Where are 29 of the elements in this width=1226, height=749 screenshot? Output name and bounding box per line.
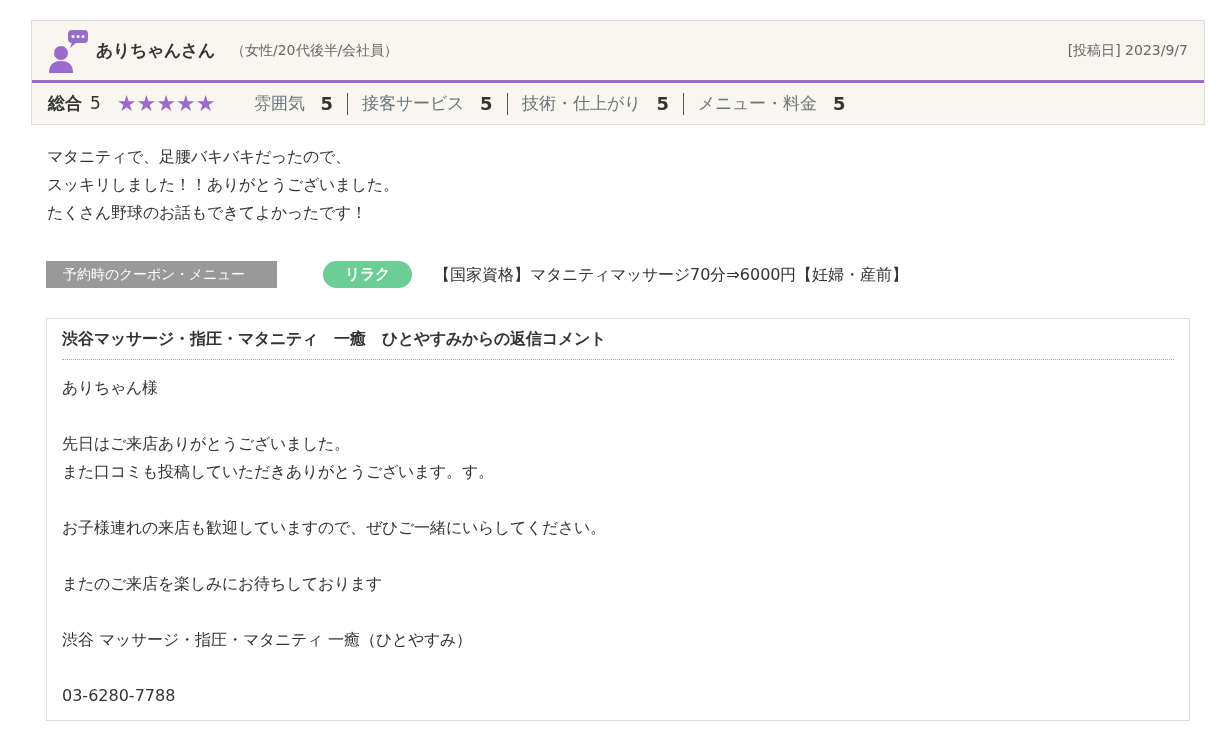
rating-label: 技術・仕上がり	[521, 91, 641, 115]
star-icon: ★	[195, 92, 216, 115]
overall-score: 5	[90, 91, 101, 115]
reply-paragraph: ありちゃん様	[62, 377, 159, 399]
category-tag: リラク	[323, 261, 412, 288]
reply-paragraph: 03-6280-7788	[62, 685, 177, 707]
star-icon: ★	[116, 92, 137, 115]
coupon-name: 【国家資格】マタニティマッサージ70分⇒6000円【妊婦・産前】	[434, 263, 909, 286]
reply-title: 渋谷マッサージ・指圧・マタニティ 一癒 ひとやすみからの返信コメント	[62, 327, 1174, 360]
rating-value: 5	[833, 92, 846, 116]
rating-value: 5	[320, 92, 334, 116]
rating-value: 5	[480, 92, 493, 116]
reviewer-name: ありちゃんさん	[96, 38, 215, 62]
rating-label: 雰囲気	[253, 91, 305, 115]
rating-label: 接客サービス	[362, 91, 465, 115]
reply-paragraph: 渋谷 マッサージ・指圧・マタニティ 一癒（ひとやすみ）	[62, 629, 474, 651]
rating-label: メニュー・料金	[698, 91, 818, 115]
review-comment: マタニティで、足腰バキバキだったので、 スッキリしました！！ありがとうございました。 たくさん野球のお話もできてよかったです！	[46, 146, 400, 224]
overall-label: 総合	[48, 91, 82, 115]
star-icon: ★	[136, 92, 157, 115]
star-icon: ★	[156, 92, 177, 115]
reply-paragraph: 先日はご来店ありがとうございました。 また口コミも投稿していただきありがとうございます。す。	[62, 433, 495, 483]
star-icon: ★	[176, 92, 196, 115]
reviewer-profile: （女性/20代後半/会社員）	[231, 41, 399, 60]
posted-date: [投稿日] 2023/9/7	[1067, 41, 1188, 60]
coupon-label: 予約時のクーポン・メニュー	[46, 261, 277, 288]
reply-paragraph: またのご来店を楽しみにお待ちしております	[62, 573, 383, 595]
rating-value: 5	[656, 92, 670, 116]
reply-paragraph: お子様連れの来店も歓迎していますので、ぜひご一緒にいらしてください。	[62, 517, 607, 539]
